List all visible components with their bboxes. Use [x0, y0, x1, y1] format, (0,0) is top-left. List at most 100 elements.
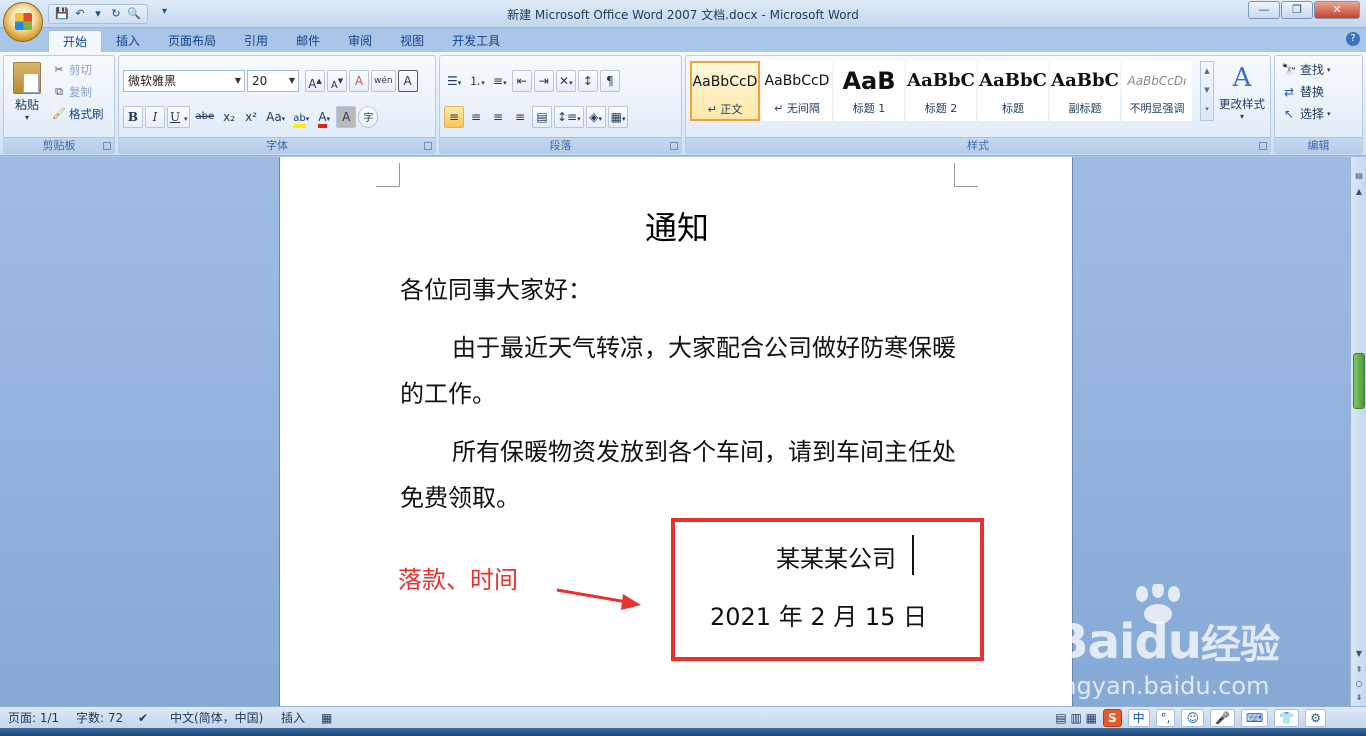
vertical-scrollbar[interactable]: ▤ ▲ ▼ ⇞ ○ ⇟	[1350, 157, 1366, 706]
dialog-launcher-icon[interactable]	[103, 142, 111, 150]
help-icon[interactable]: ?	[1346, 32, 1360, 46]
line-spacing-button[interactable]: ↕≡▾	[554, 106, 584, 128]
arrow-icon	[556, 588, 641, 610]
cut-button[interactable]: ✂ 剪切	[52, 60, 92, 80]
more-icon[interactable]: ▾	[1201, 100, 1213, 119]
minimize-button[interactable]: —	[1248, 1, 1280, 19]
style-subtitle[interactable]: AaBbC 副标题	[1050, 61, 1120, 121]
highlight-button[interactable]: ab▾	[290, 106, 312, 128]
style-heading-1[interactable]: AaB 标题 1	[834, 61, 904, 121]
tab-insert[interactable]: 插入	[102, 30, 154, 52]
ime-keyboard-icon[interactable]: ⌨	[1240, 709, 1269, 727]
spelling-check-icon[interactable]: ✔	[138, 710, 148, 726]
chevron-up-icon[interactable]: ▲	[1201, 62, 1213, 81]
chevron-down-icon[interactable]: ▼	[1352, 647, 1366, 661]
gallery-scroll[interactable]: ▲ ▼ ▾	[1200, 61, 1214, 121]
office-button[interactable]	[3, 2, 43, 42]
language-indicator[interactable]: 中文(简体，中国)	[170, 710, 263, 726]
ime-emoji-icon[interactable]: ☺	[1181, 709, 1204, 727]
view-buttons[interactable]: ▤ ▥ ▦	[1055, 710, 1097, 726]
align-right-button[interactable]: ≡	[488, 106, 508, 128]
ime-skin-icon[interactable]: 👕	[1274, 709, 1300, 727]
dialog-launcher-icon[interactable]	[670, 142, 678, 150]
dialog-launcher-icon[interactable]	[424, 142, 432, 150]
borders-button[interactable]: ▦▾	[607, 106, 629, 128]
replace-label: 替换	[1300, 85, 1325, 99]
font-name-select[interactable]: 微软雅黑 ▼	[123, 70, 245, 92]
justify-button[interactable]: ≡	[510, 106, 530, 128]
format-painter-button[interactable]: 🖌 格式刷	[52, 104, 103, 124]
change-styles-button[interactable]: A 更改样式 ▾	[1216, 60, 1268, 121]
grow-font-button[interactable]: A▲	[305, 70, 325, 92]
close-button[interactable]: ✕	[1314, 1, 1360, 19]
tab-home[interactable]: 开始	[48, 30, 103, 52]
style-normal[interactable]: AaBbCcD ↵ 正文	[690, 61, 760, 121]
show-marks-button[interactable]: ¶	[599, 70, 620, 92]
decrease-indent-button[interactable]: ⇤	[511, 70, 532, 92]
tab-mailings[interactable]: 邮件	[282, 30, 334, 52]
ime-voice-icon[interactable]: 🎤	[1210, 709, 1235, 727]
replace-button[interactable]: ⇄ 替换	[1281, 81, 1324, 103]
scroll-thumb[interactable]	[1353, 353, 1365, 409]
font-color-button[interactable]: A▾	[314, 106, 334, 128]
tab-view[interactable]: 视图	[386, 30, 438, 52]
subscript-button[interactable]: x₂	[219, 106, 239, 128]
macro-record-icon[interactable]: ▦	[321, 710, 332, 726]
bold-button[interactable]: B	[123, 106, 143, 128]
char-shading-button[interactable]: A	[336, 106, 357, 128]
align-left-button[interactable]: ≡	[444, 106, 464, 128]
ime-chinese-mode[interactable]: 中	[1127, 709, 1150, 727]
multilevel-list-button[interactable]: ≡▾	[490, 70, 510, 92]
browse-object-icon[interactable]: ○	[1352, 677, 1366, 691]
enclose-char-button[interactable]: 字	[358, 106, 379, 128]
increase-indent-button[interactable]: ⇥	[533, 70, 554, 92]
next-page-icon[interactable]: ⇟	[1352, 691, 1366, 705]
numbering-button[interactable]: ⒈▾	[466, 70, 488, 92]
underline-button[interactable]: U ▾	[167, 106, 191, 128]
document-page[interactable]: 通知 各位同事大家好： 由于最近天气转凉，大家配合公司做好防寒保暖的工作。 所有…	[279, 157, 1073, 706]
superscript-button[interactable]: x²	[241, 106, 261, 128]
ime-settings-icon[interactable]: ⚙	[1305, 709, 1326, 727]
change-case-button[interactable]: Aa▾	[263, 106, 288, 128]
tab-review[interactable]: 审阅	[334, 30, 386, 52]
style-subtle-emphasis[interactable]: AaBbCcDı 不明显强调	[1122, 61, 1192, 121]
copy-button[interactable]: ⧉ 复制	[52, 82, 92, 102]
ruler-toggle-icon[interactable]: ▤	[1352, 169, 1366, 183]
ime-punctuation[interactable]: °,	[1155, 709, 1176, 727]
maximize-button[interactable]: ❐	[1281, 1, 1313, 19]
tab-references[interactable]: 引用	[230, 30, 282, 52]
strikethrough-button[interactable]: abe	[192, 106, 217, 128]
align-center-button[interactable]: ≡	[466, 106, 486, 128]
style-heading-2[interactable]: AaBbC 标题 2	[906, 61, 976, 121]
sort-button[interactable]: ↕	[577, 70, 598, 92]
clear-format-button[interactable]: A	[349, 70, 369, 92]
insert-mode[interactable]: 插入	[281, 710, 305, 726]
style-no-spacing[interactable]: AaBbCcD ↵ 无间隔	[762, 61, 832, 121]
page-count[interactable]: 页面: 1/1	[8, 710, 59, 726]
phonetic-guide-button[interactable]: wén	[371, 70, 396, 92]
copy-icon: ⧉	[55, 85, 63, 98]
char-border-button[interactable]: A	[397, 70, 418, 92]
font-size-select[interactable]: 20 ▼	[247, 70, 299, 92]
document-workspace[interactable]: 通知 各位同事大家好： 由于最近天气转凉，大家配合公司做好防寒保暖的工作。 所有…	[0, 157, 1350, 706]
shading-button[interactable]: ◈▾	[585, 106, 606, 128]
find-button[interactable]: 🔭 查找 ▾	[1281, 59, 1331, 81]
sogou-ime-icon[interactable]: S	[1102, 709, 1122, 727]
shrink-font-button[interactable]: A▼	[327, 70, 347, 92]
tab-page-layout[interactable]: 页面布局	[154, 30, 230, 52]
style-preview: AaBbCcD	[692, 74, 758, 90]
style-title[interactable]: AaBbC 标题	[978, 61, 1048, 121]
select-button[interactable]: ↖ 选择 ▾	[1281, 103, 1331, 125]
italic-button[interactable]: I	[145, 106, 165, 128]
chinese-layout-button[interactable]: ✕▾	[555, 70, 576, 92]
dialog-launcher-icon[interactable]	[1259, 142, 1267, 150]
editing-group-label: 编辑	[1275, 137, 1362, 153]
paste-button[interactable]: 粘贴 ▾	[9, 60, 45, 130]
word-count[interactable]: 字数: 72	[76, 710, 123, 726]
chevron-down-icon[interactable]: ▼	[1201, 81, 1213, 100]
chevron-up-icon[interactable]: ▲	[1352, 185, 1366, 199]
bullets-button[interactable]: ☰▾	[444, 70, 464, 92]
previous-page-icon[interactable]: ⇞	[1352, 663, 1366, 677]
tab-developer[interactable]: 开发工具	[438, 30, 514, 52]
distributed-button[interactable]: ▤	[532, 106, 552, 128]
